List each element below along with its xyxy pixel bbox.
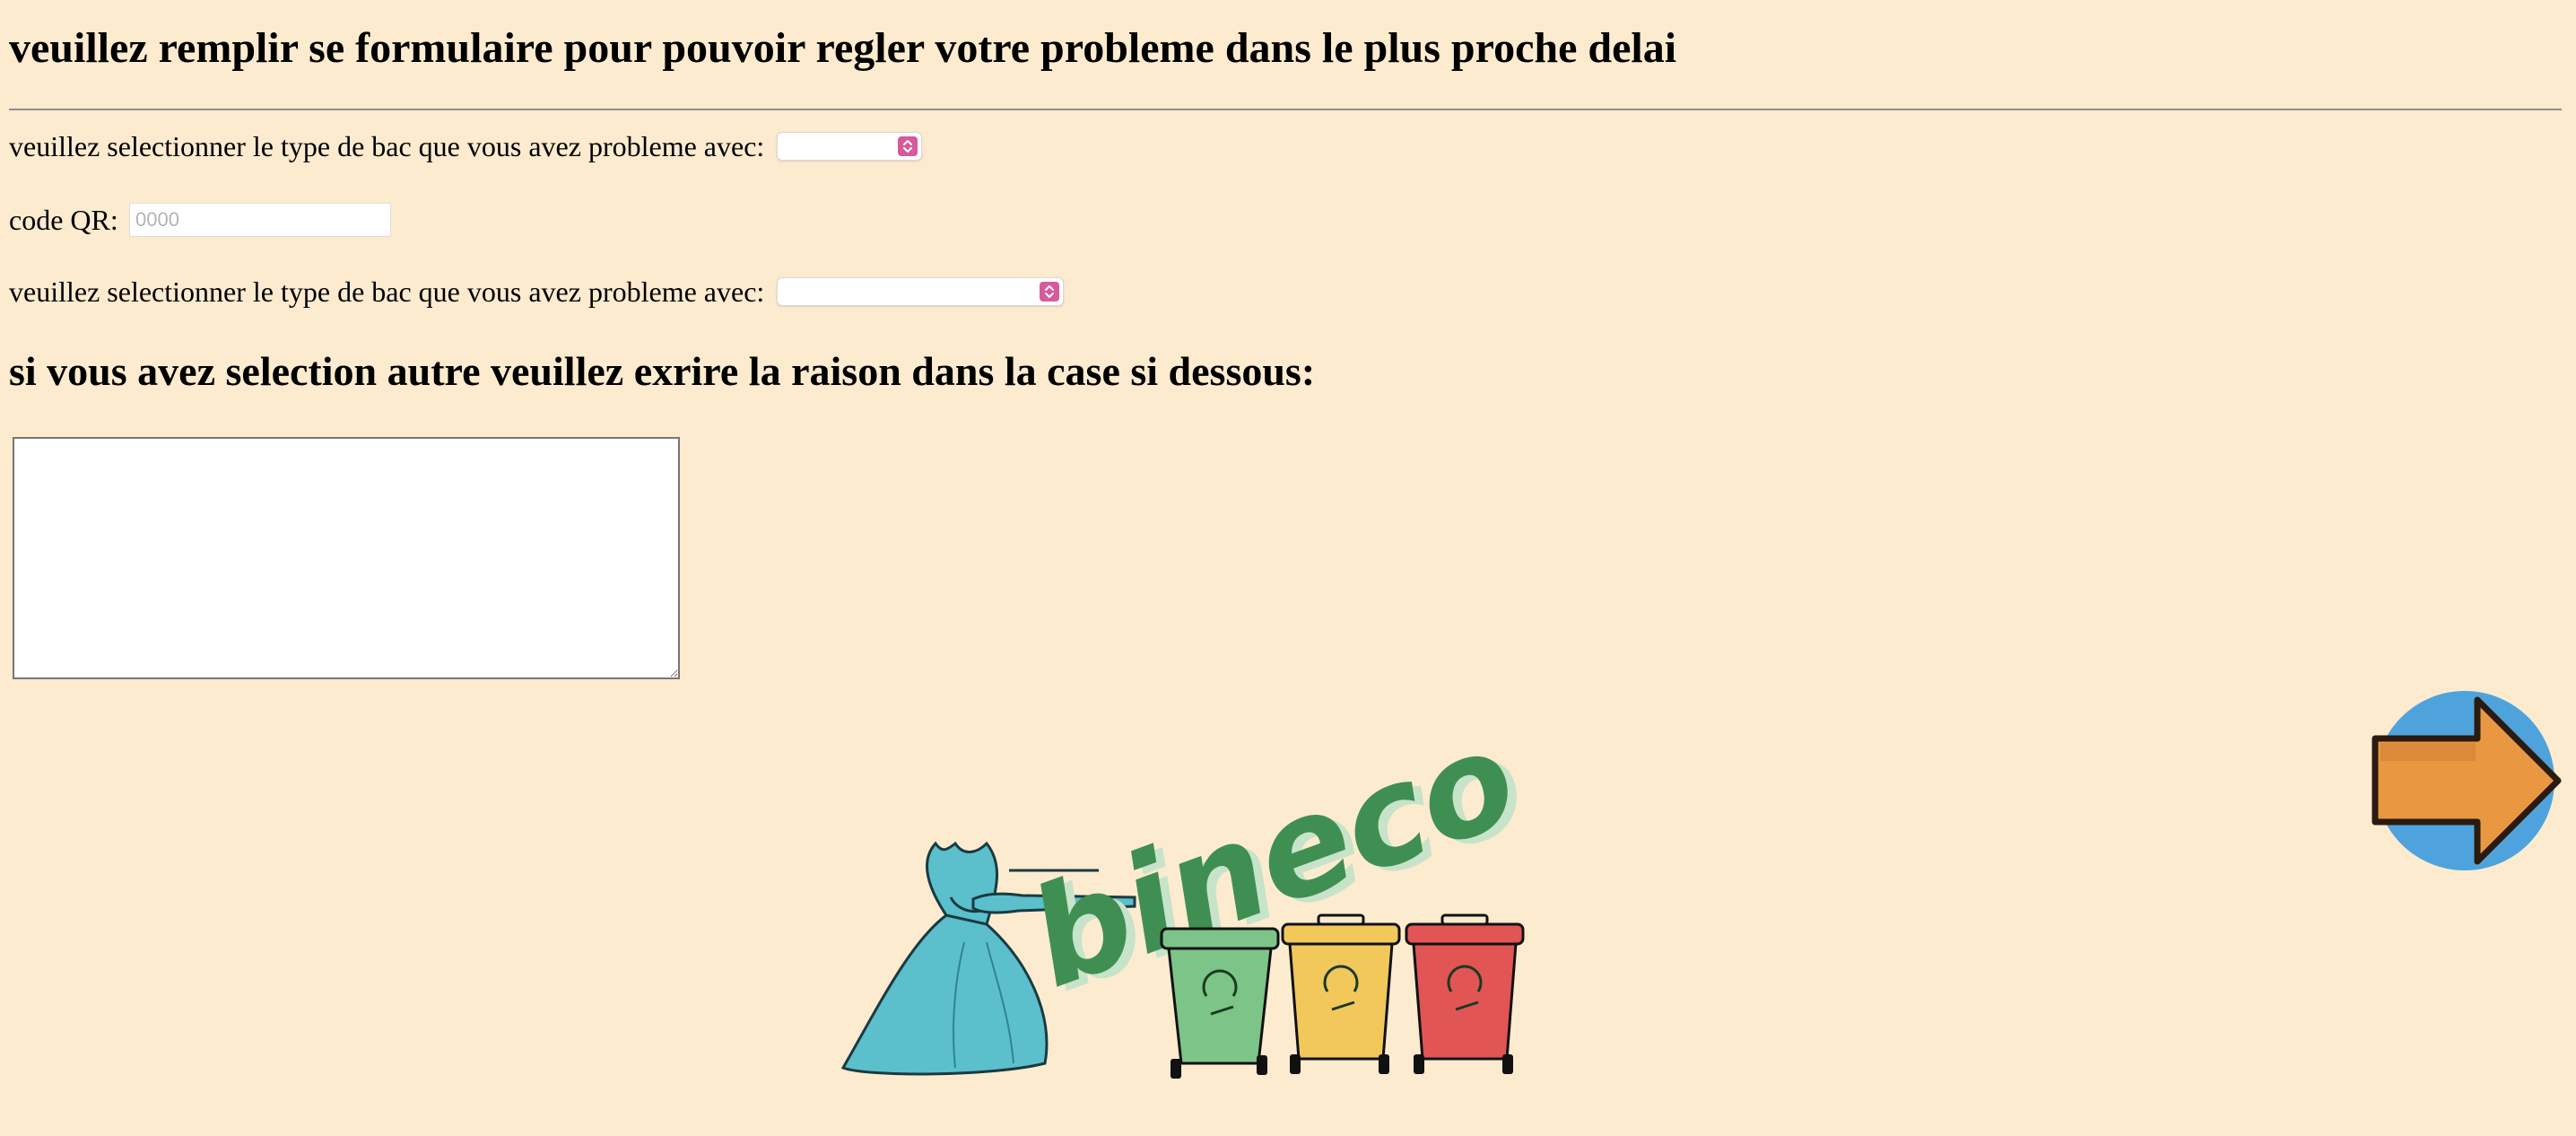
problem-type-select[interactable]	[777, 277, 1064, 306]
problem-type-label: veuillez selectionner le type de bac que…	[9, 275, 765, 308]
next-button[interactable]	[2368, 689, 2565, 873]
bin-type-select[interactable]	[777, 132, 922, 161]
chevron-updown-icon	[898, 136, 918, 156]
qr-code-label: code QR:	[9, 204, 118, 236]
bineco-logo: bineco bineco	[840, 709, 1545, 1079]
qr-code-input[interactable]	[129, 203, 391, 237]
header-divider	[9, 109, 2562, 110]
reason-textarea[interactable]	[13, 437, 680, 679]
green-bin-icon	[1160, 927, 1280, 1079]
page-title: veuillez remplir se formulaire pour pouv…	[9, 24, 1677, 72]
yellow-bin-icon	[1281, 913, 1401, 1074]
other-reason-heading: si vous avez selection autre veuillez ex…	[9, 348, 1316, 394]
chevron-updown-icon	[1040, 282, 1059, 301]
bin-type-label: veuillez selectionner le type de bac que…	[9, 130, 765, 162]
arrow-right-icon	[2371, 691, 2562, 870]
red-bin-icon	[1405, 913, 1525, 1074]
